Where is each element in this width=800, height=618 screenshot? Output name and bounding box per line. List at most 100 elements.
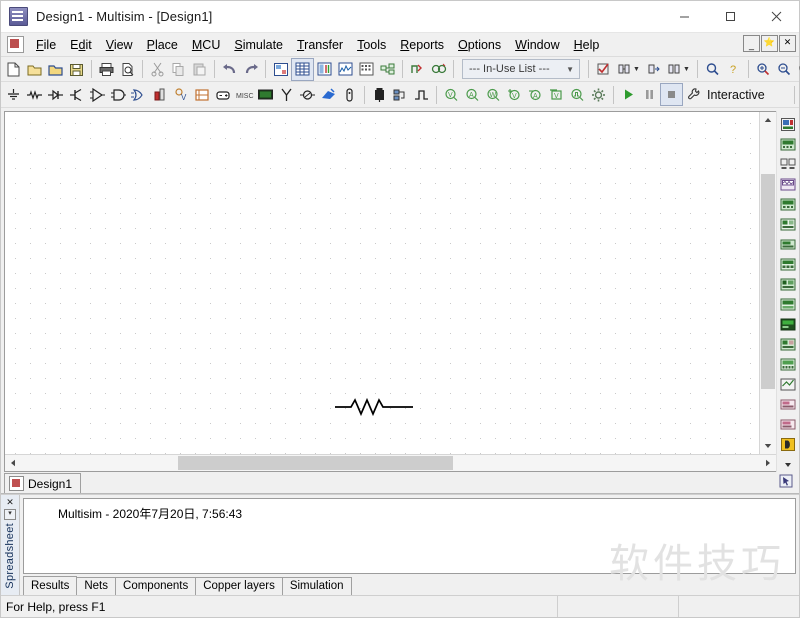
canvas-vertical-scrollbar[interactable] [759,112,776,454]
spectrum-analyzer-icon[interactable] [779,355,798,374]
place-bus-icon[interactable] [390,84,411,105]
wattmeter-icon[interactable] [779,155,798,174]
undo-icon[interactable] [219,59,240,80]
mdi-minimize-button[interactable]: _ [743,35,760,52]
capture-screen-area-icon[interactable] [428,59,449,80]
select-tool-icon[interactable] [779,474,793,491]
place-connectors-icon[interactable] [339,84,360,105]
four-channel-oscilloscope-icon[interactable] [779,195,798,214]
menu-simulate[interactable]: Simulate [227,35,290,55]
in-use-list-dropdown[interactable]: --- In-Use List --- ▼ [462,59,580,79]
place-mixed-icon[interactable]: V [171,84,192,105]
transfer-to-pcb-icon[interactable] [664,59,685,80]
toggle-design-toolbox-icon[interactable] [270,59,291,80]
spreadsheet-tab-results[interactable]: Results [23,576,78,595]
parts-wizard-icon[interactable] [377,59,398,80]
spreadsheet-tab-components[interactable]: Components [115,577,197,595]
place-digital-signal-icon[interactable] [411,84,432,105]
menu-file[interactable]: FFileile [29,35,63,55]
zoom-area-icon[interactable] [795,59,800,80]
mdi-restore-button[interactable]: ⭐ [761,35,778,52]
menu-place[interactable]: Place [140,35,185,55]
place-power-icon[interactable] [213,84,234,105]
logic-analyzer-icon[interactable] [779,295,798,314]
print-icon[interactable] [96,59,117,80]
paste-icon[interactable] [189,59,210,80]
digital-probe-icon[interactable] [567,84,588,105]
place-indicator-icon[interactable] [192,84,213,105]
place-transistor-icon[interactable] [66,84,87,105]
current-probe-icon[interactable]: A [462,84,483,105]
save-icon[interactable] [66,59,87,80]
mdi-close-button[interactable]: ✕ [779,35,796,52]
multimeter-icon[interactable] [779,115,798,134]
close-button[interactable] [753,1,799,32]
function-generator-icon[interactable] [779,135,798,154]
place-hierarchical-block-icon[interactable] [369,84,390,105]
logic-converter-icon[interactable] [779,275,798,294]
spreadsheet-tab-nets[interactable]: Nets [76,577,117,595]
print-preview-icon[interactable] [117,59,138,80]
electrical-rules-check-icon[interactable] [407,59,428,80]
open-sample-icon[interactable] [45,59,66,80]
current-differential-probe-icon[interactable]: A [525,84,546,105]
horizontal-scroll-track[interactable] [21,455,760,471]
grapher-icon[interactable] [335,59,356,80]
scroll-up-button[interactable] [760,112,776,128]
zoom-in-icon[interactable] [753,59,774,80]
frequency-counter-icon[interactable] [779,235,798,254]
zoom-out-icon[interactable] [774,59,795,80]
stop-simulation-icon[interactable] [660,83,683,106]
menu-edit[interactable]: Edit [63,35,99,55]
differential-voltage-probe-icon[interactable]: V [504,84,525,105]
annotation-icon[interactable] [593,59,614,80]
scroll-left-button[interactable] [5,455,21,471]
network-analyzer-icon[interactable] [779,375,798,394]
new-file-icon[interactable] [3,59,24,80]
probe-settings-icon[interactable] [588,84,609,105]
agilent-function-generator-icon[interactable] [779,395,798,414]
place-source-icon[interactable] [3,84,24,105]
menu-help[interactable]: Help [567,35,607,55]
labview-instruments-icon[interactable] [779,435,798,454]
menu-view[interactable]: View [99,35,140,55]
spreadsheet-tab-copper-layers[interactable]: Copper layers [195,577,283,595]
place-misc-digital-icon[interactable] [150,84,171,105]
scroll-down-button[interactable] [760,438,776,454]
redo-icon[interactable] [240,59,261,80]
database-manager-icon[interactable] [314,59,335,80]
menu-options[interactable]: Options [451,35,508,55]
vertical-scroll-thumb[interactable] [761,174,775,389]
spreadsheet-tab-simulation[interactable]: Simulation [281,577,352,595]
maximize-button[interactable] [707,1,753,32]
run-simulation-icon[interactable] [618,84,639,105]
pause-simulation-icon[interactable] [639,84,660,105]
scroll-right-button[interactable] [760,455,776,471]
minimize-button[interactable] [661,1,707,32]
document-tab-design1[interactable]: Design1 [4,473,82,493]
menu-window[interactable]: Window [508,35,566,55]
resistor-symbol[interactable] [335,395,413,422]
horizontal-scroll-thumb[interactable] [178,456,453,470]
help-icon[interactable]: ? [723,59,744,80]
menu-mcu[interactable]: MCU [185,35,227,55]
vertical-scroll-track[interactable] [760,128,776,438]
back-annotate-icon[interactable] [614,59,635,80]
voltage-probe-icon[interactable]: V [441,84,462,105]
power-probe-icon[interactable]: W [483,84,504,105]
menu-reports[interactable]: Reports [393,35,451,55]
place-diode-icon[interactable] [45,84,66,105]
toggle-spreadsheet-view-icon[interactable] [291,57,314,81]
menu-transfer[interactable]: Transfer [290,35,350,55]
place-rf-icon[interactable] [276,84,297,105]
place-advanced-peripherals-icon[interactable] [255,84,276,105]
place-ttl-icon[interactable] [108,84,129,105]
spreadsheet-pin-button[interactable]: ▾ [4,509,16,520]
voltage-reference-probe-icon[interactable]: V [546,84,567,105]
canvas-horizontal-scrollbar[interactable] [5,454,776,471]
iv-analyzer-icon[interactable] [779,315,798,334]
bode-plotter-icon[interactable] [779,215,798,234]
cut-icon[interactable] [147,59,168,80]
open-file-icon[interactable] [24,59,45,80]
place-cmos-icon[interactable] [129,84,150,105]
